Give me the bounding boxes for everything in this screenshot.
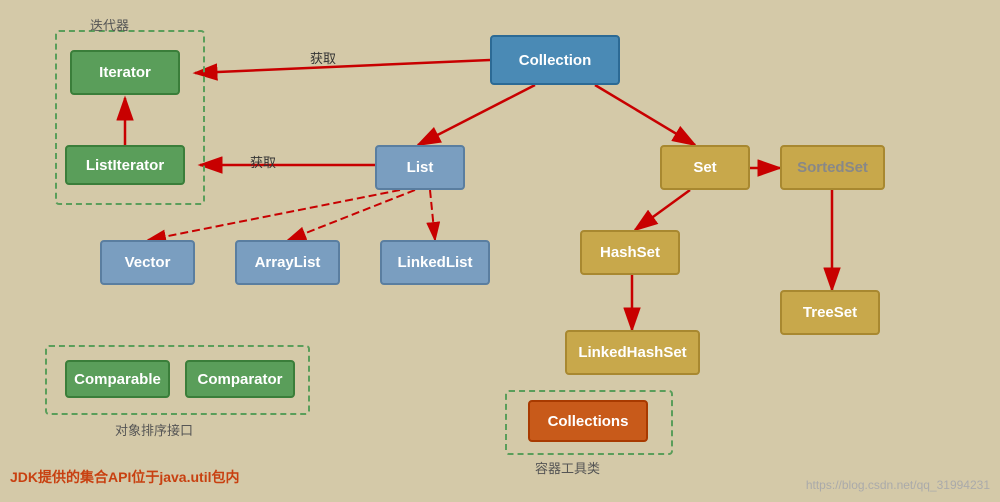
get-label-1: 获取 (310, 48, 336, 67)
node-linkedlist: LinkedList (380, 240, 490, 285)
node-list: List (375, 145, 465, 190)
watermark: https://blog.csdn.net/qq_31994231 (806, 478, 990, 492)
node-hashset: HashSet (580, 230, 680, 275)
node-collections: Collections (528, 400, 648, 442)
get-label-2: 获取 (250, 152, 276, 171)
node-set: Set (660, 145, 750, 190)
node-treeset: TreeSet (780, 290, 880, 335)
node-comparator: Comparator (185, 360, 295, 398)
sorting-label: 对象排序接口 (115, 420, 193, 439)
node-comparable: Comparable (65, 360, 170, 398)
node-sortedset: SortedSet (780, 145, 885, 190)
node-arraylist: ArrayList (235, 240, 340, 285)
node-vector: Vector (100, 240, 195, 285)
diagram-container: 迭代器 获取 获取 Collection Iterator ListIterat… (0, 0, 1000, 502)
node-listiterator: ListIterator (65, 145, 185, 185)
node-linkedhashset: LinkedHashSet (565, 330, 700, 375)
collections-util-label: 容器工具类 (535, 458, 600, 477)
node-iterator: Iterator (70, 50, 180, 95)
iterator-group-label: 迭代器 (90, 15, 129, 34)
node-collection: Collection (490, 35, 620, 85)
jdk-note: JDK提供的集合API位于java.util包内 (10, 467, 239, 487)
